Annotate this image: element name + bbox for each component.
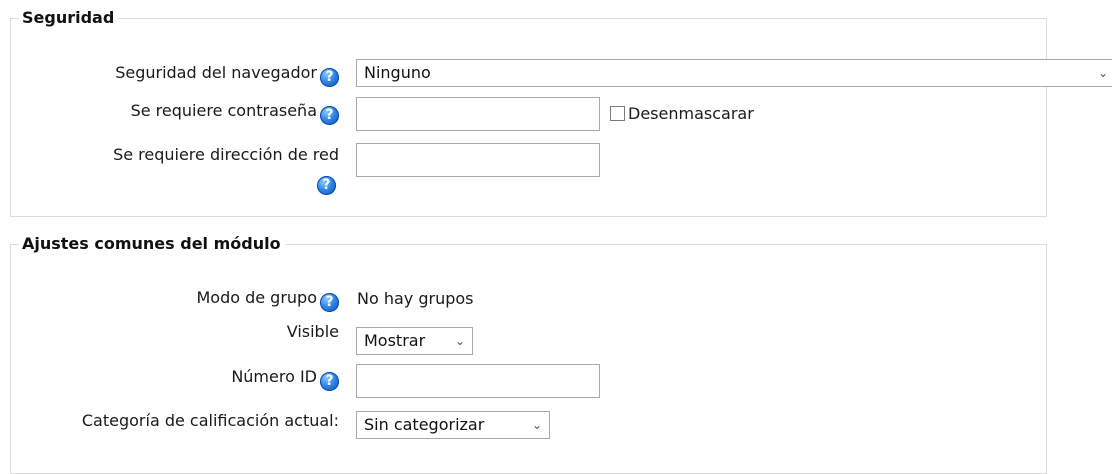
chevron-down-icon: ⌄: [1097, 66, 1108, 80]
security-legend: Seguridad: [19, 8, 120, 28]
grade-category-label: Categoría de calificación actual:: [81, 411, 339, 430]
password-label-wrap: Se requiere contraseña?: [51, 101, 339, 125]
common-settings-legend: Ajustes comunes del módulo: [19, 234, 286, 254]
browser-security-value: Ninguno: [364, 63, 431, 82]
unmask-label[interactable]: Desenmascarar: [628, 104, 754, 124]
id-number-label-wrap: Número ID?: [51, 367, 339, 391]
grade-category-select[interactable]: Sin categorizar ⌄: [356, 411, 550, 439]
password-label: Se requiere contraseña: [130, 101, 317, 120]
password-input[interactable]: [356, 97, 600, 131]
help-icon[interactable]: ?: [320, 106, 339, 125]
group-mode-label-wrap: Modo de grupo?: [51, 288, 339, 312]
help-icon[interactable]: ?: [320, 293, 339, 312]
help-icon[interactable]: ?: [317, 176, 336, 195]
browser-security-select[interactable]: Ninguno ⌄: [356, 59, 1112, 87]
browser-security-label-wrap: Seguridad del navegador?: [51, 63, 339, 87]
chevron-down-icon: ⌄: [454, 334, 465, 348]
security-section: Seguridad Seguridad del navegador? Ningu…: [10, 8, 1112, 217]
help-icon[interactable]: ?: [320, 68, 339, 87]
network-address-input[interactable]: [356, 143, 600, 177]
common-settings-section: Ajustes comunes del módulo Modo de grupo…: [10, 234, 1047, 474]
visible-value: Mostrar: [364, 331, 426, 350]
grade-category-value: Sin categorizar: [364, 415, 485, 434]
network-address-label: Se requiere dirección de red: [113, 145, 339, 164]
id-number-input[interactable]: [356, 364, 600, 398]
visible-label: Visible: [286, 322, 339, 341]
network-address-help-wrap: ?: [296, 171, 336, 195]
visible-select[interactable]: Mostrar ⌄: [356, 327, 473, 355]
chevron-down-icon: ⌄: [531, 418, 542, 432]
id-number-label: Número ID: [231, 367, 317, 386]
group-mode-label: Modo de grupo: [196, 288, 317, 307]
group-mode-value: No hay grupos: [357, 289, 474, 308]
unmask-checkbox[interactable]: [610, 106, 625, 121]
browser-security-label: Seguridad del navegador: [115, 63, 317, 82]
help-icon[interactable]: ?: [320, 372, 339, 391]
